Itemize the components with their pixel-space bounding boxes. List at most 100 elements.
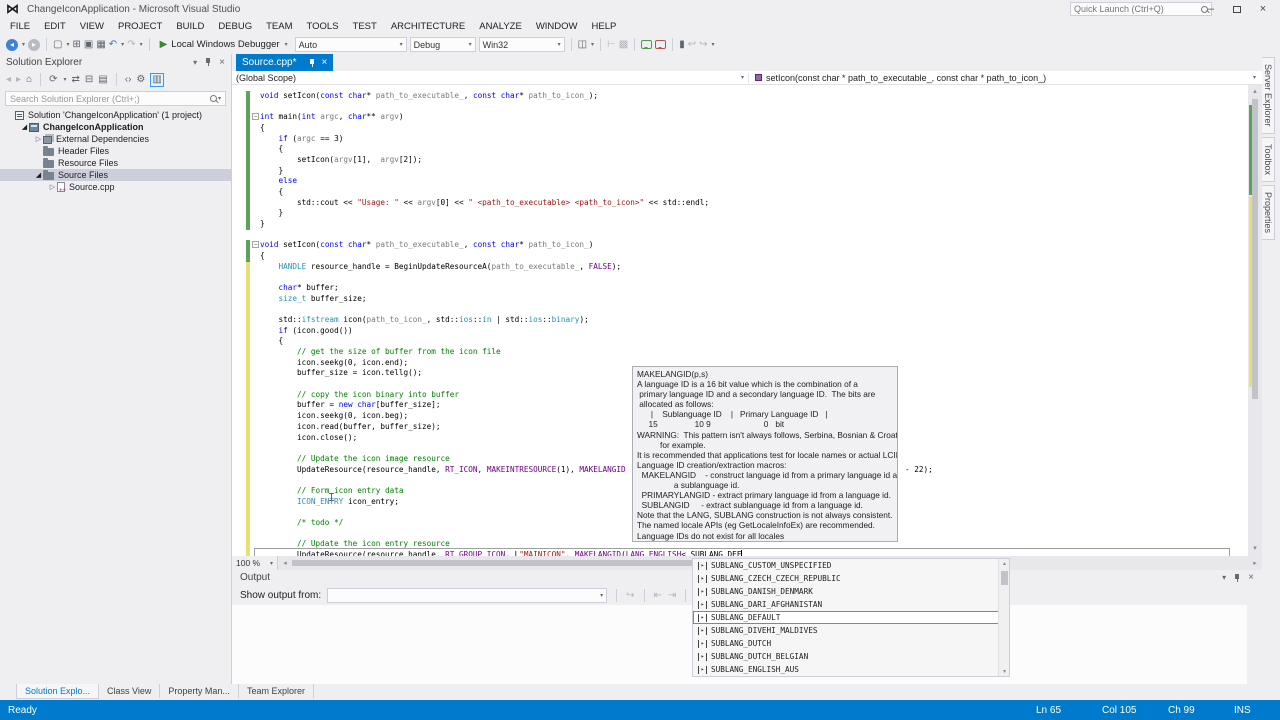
tab-pin-icon[interactable] [308,58,316,68]
quick-launch-input[interactable] [1074,4,1201,14]
completion-item-sublang_czech_czech_republic[interactable]: ▸ SUBLANG_CZECH_CZECH_REPUBLIC [693,572,1009,585]
preview-selected-items-toggle[interactable]: ▥ [150,72,164,87]
collapse-all-icon[interactable]: ⊟ [85,74,93,86]
panel-close-icon[interactable]: × [219,57,225,68]
code-line[interactable]: setIcon(argv[1], argv[2]); [232,155,1248,166]
code-line[interactable]: { [232,123,1248,134]
code-line[interactable]: void setIcon(const char* path_to_executa… [232,91,1248,102]
completion-item-sublang_divehi_maldives[interactable]: ▸ SUBLANG_DIVEHI_MALDIVES [693,624,1009,637]
tree-item-external-dependencies[interactable]: ▷ External Dependencies [0,133,231,145]
expander-icon[interactable]: ▷ [34,135,43,143]
menu-project[interactable]: PROJECT [111,19,169,34]
start-debugger-button[interactable]: ▶ Local Windows Debugger ▾ [156,39,292,50]
expander-icon[interactable]: ◢ [20,123,29,131]
code-line[interactable]: } [232,208,1248,220]
side-tab-server-explorer[interactable]: Server Explorer [1262,57,1275,134]
tree-item-changeiconapplication[interactable]: ◢ ChangeIconApplication [0,121,231,133]
menu-window[interactable]: WINDOW [529,19,585,34]
tree-item-source-files[interactable]: ◢ Source Files [0,169,231,181]
scroll-up-icon[interactable]: ▴ [1248,85,1262,99]
navigate-back-dropdown[interactable]: ▾ [22,41,25,48]
minimize-button[interactable]: – [1198,0,1224,18]
output-source-combo[interactable]: ▾ [327,587,608,603]
member-dropdown[interactable]: setIcon(const char * path_to_executable_… [748,72,1262,83]
quick-launch-box[interactable] [1070,2,1212,16]
menu-architecture[interactable]: ARCHITECTURE [384,19,472,34]
menu-analyze[interactable]: ANALYZE [472,19,529,34]
panel-options-dropdown[interactable]: ▾ [193,58,197,67]
code-line[interactable] [232,101,1248,113]
code-line[interactable]: − void setIcon(const char* path_to_execut… [232,240,1248,252]
tree-item-source-cpp[interactable]: ▷ Source.cpp [0,181,231,194]
toolbar-options-dropdown[interactable]: ▾ [712,41,715,48]
menu-test[interactable]: TEST [346,19,384,34]
bottom-tab-class-view[interactable]: Class View [99,684,161,698]
scroll-right-icon[interactable]: ▸ [1248,559,1262,567]
scrollbar-thumb[interactable] [1001,571,1008,585]
tree-item-resource-files[interactable]: Resource Files [0,157,231,169]
navigate-back-icon[interactable]: ◂ [6,38,18,51]
scroll-down-icon[interactable]: ▾ [1248,542,1262,556]
scroll-left-icon[interactable]: ◂ [278,559,292,567]
menu-debug[interactable]: DEBUG [211,19,259,34]
next-message-icon[interactable]: ⇥ [668,590,676,601]
pin-icon[interactable] [1233,573,1241,583]
bottom-tab-solution-explo-[interactable]: Solution Explo... [16,684,100,699]
scope-dropdown[interactable]: (Global Scope) ▾ [232,73,748,83]
code-line[interactable]: char* buffer; [232,283,1248,294]
code-line[interactable]: HANDLE resource_handle = BeginUpdateReso… [232,261,1248,273]
solution-search-box[interactable]: Search Solution Explorer (Ctrl+;) ▾ [5,91,226,106]
code-line[interactable]: − int main(int argc, char** argv) [232,112,1248,124]
code-line[interactable]: // get the size of buffer from the icon … [232,347,1248,358]
show-all-files-icon[interactable]: ▤ [98,74,107,86]
code-line[interactable]: std::cout << "Usage: " << argv[0] << " <… [232,197,1248,209]
undo-dropdown[interactable]: ▾ [121,41,124,48]
expander-icon[interactable]: ◢ [34,171,43,179]
code-line[interactable]: if (icon.good()) [232,325,1248,337]
menu-help[interactable]: HELP [585,19,624,34]
close-button[interactable]: × [1250,0,1276,18]
refresh-icon[interactable]: ⟳ [49,74,57,86]
intellisense-scrollbar[interactable]: ▴ ▾ [998,559,1009,676]
attach-process-icon[interactable]: ◫ [578,39,587,51]
restore-button[interactable] [1224,0,1250,18]
side-tab-toolbox[interactable]: Toolbox [1262,136,1275,182]
prev-bookmark-icon[interactable]: ↩ [688,39,696,51]
new-file-dropdown[interactable]: ▾ [66,41,69,48]
save-all-icon[interactable]: ▦ [96,39,105,51]
side-tab-properties[interactable]: Properties [1262,184,1275,240]
bottom-tab-property-man-[interactable]: Property Man... [160,684,239,698]
redo-dropdown[interactable]: ▾ [140,41,143,48]
open-file-icon[interactable]: ⊞ [72,39,80,51]
code-line[interactable]: } [232,219,1248,230]
scroll-up-icon[interactable]: ▴ [999,560,1010,567]
completion-item-sublang_dutch[interactable]: ▸ SUBLANG_DUTCH [693,637,1009,650]
solution-platforms-icon[interactable]: ⊢ [607,39,616,51]
debugger-dropdown[interactable]: ▾ [285,41,288,48]
scroll-down-icon[interactable]: ▾ [999,668,1010,675]
menu-team[interactable]: TEAM [259,19,299,34]
completion-item-sublang_default[interactable]: ▸ SUBLANG_DEFAULT [693,611,1009,624]
fold-collapse-icon[interactable]: − [252,241,259,249]
menu-file[interactable]: FILE [3,19,37,34]
view-code-icon[interactable]: ‹› [125,74,132,86]
panel-close-icon[interactable]: × [1248,572,1254,583]
undo-icon[interactable]: ↶ [109,39,117,51]
find-message-icon[interactable]: ↪ [626,590,634,601]
menu-edit[interactable]: EDIT [37,19,73,34]
menu-build[interactable]: BUILD [169,19,211,34]
new-file-icon[interactable]: ▢ [53,39,62,51]
find-in-files-icon[interactable]: ▩ [619,39,628,51]
code-line[interactable]: std::ifstream icon(path_to_icon_, std::i… [232,315,1248,326]
code-line[interactable]: size_t buffer_size; [232,293,1248,305]
code-line[interactable] [232,272,1248,284]
completion-item-sublang_danish_denmark[interactable]: ▸ SUBLANG_DANISH_DENMARK [693,585,1009,598]
completion-item-sublang_english_aus[interactable]: ▸ SUBLANG_ENGLISH_AUS [693,663,1009,676]
auto-combo[interactable]: Auto ▾ [294,37,407,52]
fold-collapse-icon[interactable]: − [252,113,259,121]
search-options-dropdown[interactable]: ▾ [218,95,221,102]
code-line[interactable] [232,304,1248,316]
code-line[interactable]: { [232,251,1248,262]
completion-item-sublang_dari_afghanistan[interactable]: ▸ SUBLANG_DARI_AFGHANISTAN [693,598,1009,611]
code-line[interactable]: } [232,165,1248,177]
